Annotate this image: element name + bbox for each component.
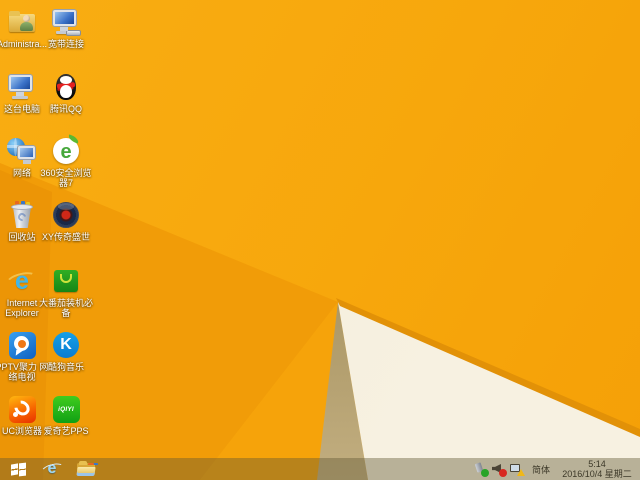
taskbar-internet-explorer-button[interactable]: e <box>37 458 67 480</box>
kugou-music-icon: K <box>51 330 81 360</box>
desktop-icon-kugou-music[interactable]: K 酷狗音乐 <box>37 330 95 372</box>
start-button[interactable] <box>3 458 33 480</box>
iqiyi-pps-logo-glyph: iQIYI <box>58 405 74 413</box>
this-pc-logo-glyph <box>7 72 37 102</box>
broadband-connection-logo-glyph <box>51 7 81 37</box>
tencent-qq-logo-glyph <box>51 72 81 102</box>
taskbar: e 简体 5:14 2016/10/4 星期二 <box>0 458 640 480</box>
network-logo-glyph <box>7 136 37 166</box>
tencent-qq-icon <box>51 72 81 102</box>
file-explorer-icon <box>76 461 96 477</box>
usb-safely-remove-icon[interactable] <box>474 462 489 477</box>
desktop-icon-broadband-connection[interactable]: 宽带连接 <box>37 7 95 49</box>
desktop-icon-label: 酷狗音乐 <box>47 362 84 372</box>
kugou-music-logo-glyph: K <box>60 336 72 353</box>
administrator-folder-logo-glyph <box>7 7 37 37</box>
taskbar-clock[interactable]: 5:14 2016/10/4 星期二 <box>557 459 637 479</box>
c360-browser-icon: e <box>51 136 81 166</box>
desktop-icon-label: 爱奇艺PPS <box>43 426 89 436</box>
desktop-icon-label: 大番茄装机必备 <box>38 298 93 318</box>
system-tray: 简体 5:14 2016/10/4 星期二 <box>472 458 640 480</box>
recycle-bin-logo-glyph <box>7 200 37 230</box>
this-pc-icon <box>7 72 37 102</box>
clock-date: 2016/10/4 星期二 <box>562 469 632 479</box>
desktop-icon-iqiyi-pps[interactable]: iQIYI 爱奇艺PPS <box>37 394 95 436</box>
desktop-icon-tencent-qq[interactable]: 腾讯QQ <box>37 72 95 114</box>
desktop: Administra... 宽带连接 这台电脑 腾讯QQ 网络 e 360安全浏览器7 回收站… <box>0 0 640 480</box>
volume-muted-icon[interactable] <box>492 462 507 477</box>
internet-explorer-icon: e <box>42 460 62 478</box>
internet-explorer-icon: e <box>7 266 37 296</box>
desktop-icon-label: 360安全浏览器7 <box>40 168 92 188</box>
desktop-icon-label: 腾讯QQ <box>49 104 82 114</box>
tomato-essentials-icon <box>51 266 81 296</box>
administrator-folder-icon <box>7 7 37 37</box>
iqiyi-pps-icon: iQIYI <box>51 394 81 424</box>
desktop-icon-c360-browser[interactable]: e 360安全浏览器7 <box>37 136 95 188</box>
clock-time: 5:14 <box>588 459 606 469</box>
xy-game-icon <box>51 200 81 230</box>
recycle-bin-icon <box>7 200 37 230</box>
broadband-connection-icon <box>51 7 81 37</box>
tomato-essentials-logo-glyph <box>51 266 81 296</box>
uc-browser-icon <box>7 394 37 424</box>
language-indicator[interactable]: 简体 <box>532 463 550 476</box>
network-icon <box>7 136 37 166</box>
internet-explorer-logo-glyph: e <box>15 266 29 295</box>
desktop-icon-label: XY传奇盛世 <box>41 232 90 242</box>
desktop-icon-label: 宽带连接 <box>47 39 84 49</box>
xy-game-logo-glyph <box>51 200 81 230</box>
taskbar-file-explorer-button[interactable] <box>71 458 101 480</box>
pptv-logo-glyph <box>7 330 37 360</box>
desktop-icon-tomato-essentials[interactable]: 大番茄装机必备 <box>37 266 95 318</box>
uc-browser-logo-glyph <box>7 394 37 424</box>
network-warning-icon[interactable] <box>509 462 525 476</box>
pptv-icon <box>7 330 37 360</box>
c360-browser-logo-glyph: e <box>60 140 72 163</box>
desktop-icon-xy-game[interactable]: XY传奇盛世 <box>37 200 95 242</box>
windows-logo-icon <box>11 463 26 476</box>
